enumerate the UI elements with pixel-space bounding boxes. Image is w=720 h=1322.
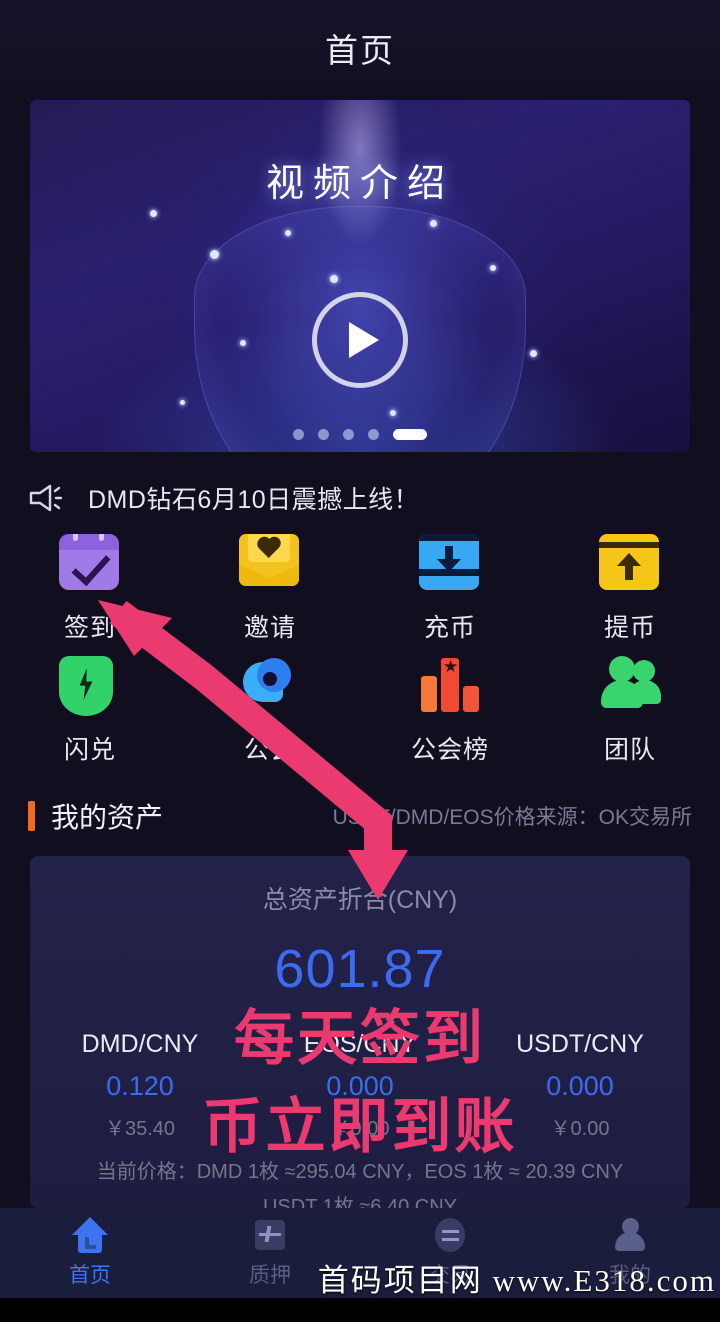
quick-action-grid: 签到 邀请 充币 提币 闪兑 公会 ★ 公会榜 团队 xyxy=(0,534,720,766)
banner-star xyxy=(530,350,537,357)
quick-action-team[interactable]: 团队 xyxy=(540,656,720,766)
carousel-dot[interactable] xyxy=(293,429,304,440)
coin-pair: EOS/CNY xyxy=(303,1030,417,1058)
quick-action-deposit[interactable]: 充币 xyxy=(360,534,540,644)
coin-amount: 0.000 xyxy=(326,1071,394,1101)
total-assets-value: 601.87 xyxy=(274,939,446,999)
app-header: 首页 xyxy=(0,0,720,96)
carousel-dot[interactable] xyxy=(318,429,329,440)
quick-action-label: 团队 xyxy=(603,736,656,764)
coin-amount: 0.000 xyxy=(546,1071,614,1101)
page-title: 首页 xyxy=(325,32,395,69)
exchange-icon xyxy=(432,1217,468,1253)
carousel-dot[interactable] xyxy=(368,429,379,440)
coin-balance-eos: EOS/CNY 0.000 ￥0.00 xyxy=(250,1030,470,1141)
chart-icon xyxy=(252,1217,288,1253)
banner-star xyxy=(330,275,338,283)
envelope-heart-icon xyxy=(239,534,301,596)
coin-balance-usdt: USDT/CNY 0.000 ￥0.00 xyxy=(470,1030,690,1141)
quick-action-guild-rank[interactable]: ★ 公会榜 xyxy=(360,656,540,766)
video-banner[interactable]: 视频介绍 xyxy=(30,100,690,452)
quick-action-flash-exchange[interactable]: 闪兑 xyxy=(0,656,180,766)
section-marker xyxy=(28,801,35,831)
app-screen: 首页 视频介绍 DMD钻石6月10日震撼上线！ 签到 邀请 充币 提币 闪兑 公… xyxy=(0,0,720,1322)
assets-section-title: 我的资产 xyxy=(51,802,164,833)
announcement-bar[interactable]: DMD钻石6月10日震撼上线！ xyxy=(28,480,419,516)
calendar-check-icon xyxy=(59,534,121,596)
coin-balance-row: DMD/CNY 0.120 ￥35.40 EOS/CNY 0.000 ￥0.00… xyxy=(30,1030,690,1141)
megaphone-icon xyxy=(28,483,66,513)
quick-action-label: 充币 xyxy=(423,614,476,642)
play-icon[interactable] xyxy=(312,292,408,388)
coin-cny-value: ￥0.00 xyxy=(330,1118,390,1140)
team-people-icon xyxy=(599,656,661,718)
quick-action-guild[interactable]: 公会 xyxy=(180,656,360,766)
deposit-arrow-down-icon xyxy=(419,534,481,596)
coin-cny-value: ￥35.40 xyxy=(104,1118,176,1140)
banner-star xyxy=(490,265,496,271)
coin-pair: USDT/CNY xyxy=(516,1030,644,1058)
announcement-text: DMD钻石6月10日震撼上线！ xyxy=(88,486,420,514)
banner-star xyxy=(210,250,219,259)
shield-bolt-icon xyxy=(59,656,121,718)
play-triangle xyxy=(349,322,379,358)
quick-action-invite[interactable]: 邀请 xyxy=(180,534,360,644)
banner-title: 视频介绍 xyxy=(265,163,454,205)
withdraw-arrow-up-icon xyxy=(599,534,661,596)
quick-action-label: 公会 xyxy=(243,736,296,764)
coin-balance-dmd: DMD/CNY 0.120 ￥35.40 xyxy=(30,1030,250,1141)
banner-star xyxy=(240,340,246,346)
banner-star xyxy=(390,410,396,416)
banner-star xyxy=(430,220,437,227)
current-rate-line-1: 当前价格：DMD 1枚 ≈295.04 CNY，EOS 1枚 ≈ 20.39 C… xyxy=(96,1161,624,1183)
total-assets-label: 总资产折合(CNY) xyxy=(262,886,458,914)
quick-action-withdraw[interactable]: 提币 xyxy=(540,534,720,644)
banner-star xyxy=(150,210,157,217)
guild-icon xyxy=(239,656,301,718)
ranking-bars-icon: ★ xyxy=(419,656,481,718)
coin-cny-value: ￥0.00 xyxy=(550,1118,610,1140)
quick-action-checkin[interactable]: 签到 xyxy=(0,534,180,644)
price-source-note: USDT/DMD/EOS价格来源：OK交易所 xyxy=(332,806,692,829)
quick-action-label: 公会榜 xyxy=(410,736,489,764)
quick-action-label: 签到 xyxy=(63,614,116,642)
home-indicator xyxy=(0,1298,720,1322)
assets-section-header: 我的资产 USDT/DMD/EOS价格来源：OK交易所 xyxy=(28,796,692,836)
user-icon xyxy=(612,1217,648,1253)
coin-amount: 0.120 xyxy=(106,1071,174,1101)
quick-action-label: 提币 xyxy=(603,614,656,642)
tab-home[interactable]: 首页 xyxy=(0,1208,180,1298)
quick-action-label: 闪兑 xyxy=(63,736,116,764)
home-icon xyxy=(72,1217,108,1253)
quick-action-label: 邀请 xyxy=(243,614,296,642)
assets-card: 总资产折合(CNY) 601.87 DMD/CNY 0.120 ￥35.40 E… xyxy=(30,856,690,1218)
carousel-dot[interactable] xyxy=(343,429,354,440)
coin-pair: DMD/CNY xyxy=(81,1030,199,1058)
carousel-dots[interactable] xyxy=(30,429,690,440)
tab-label: 首页 xyxy=(69,1264,111,1287)
carousel-dot-active[interactable] xyxy=(393,429,427,440)
banner-star xyxy=(180,400,185,405)
banner-star xyxy=(285,230,291,236)
site-watermark: 首码项目网 www.E318.com xyxy=(317,1263,716,1298)
tab-label: 质押 xyxy=(249,1264,291,1287)
